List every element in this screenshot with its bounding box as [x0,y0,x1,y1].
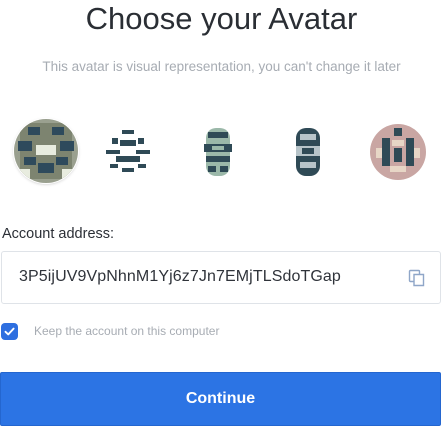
avatar-option-2[interactable] [100,124,156,180]
identicon-avatar-3-icon [190,124,246,180]
account-address-field[interactable]: 3P5ijUV9VpNhnM1Yj6z7Jn7EMjTLSdoTGap [1,251,441,304]
avatar-option-3[interactable] [190,124,246,180]
page-subtitle: This avatar is visual representation, yo… [42,59,401,74]
keep-account-label: Keep the account on this computer [34,324,220,338]
avatar-selection-page: Choose your Avatar This avatar is visual… [0,0,443,430]
account-address-value: 3P5ijUV9VpNhnM1Yj6z7Jn7EMjTLSdoTGap [19,268,341,285]
avatar-list [0,119,443,185]
check-icon [4,327,15,336]
avatar-option-4[interactable] [280,124,336,180]
identicon-avatar-4-icon [280,124,336,180]
account-address-label: Account address: [2,226,115,242]
page-title: Choose your Avatar [85,1,358,36]
avatar-option-1[interactable] [14,119,78,183]
identicon-avatar-5-icon [370,124,426,180]
identicon-avatar-2-icon [100,124,156,180]
identicon-avatar-1-icon [14,119,78,183]
keep-account-checkbox[interactable] [1,323,18,340]
copy-icon[interactable] [406,267,428,289]
avatar-option-5[interactable] [370,124,426,180]
continue-button[interactable]: Continue [0,372,441,426]
